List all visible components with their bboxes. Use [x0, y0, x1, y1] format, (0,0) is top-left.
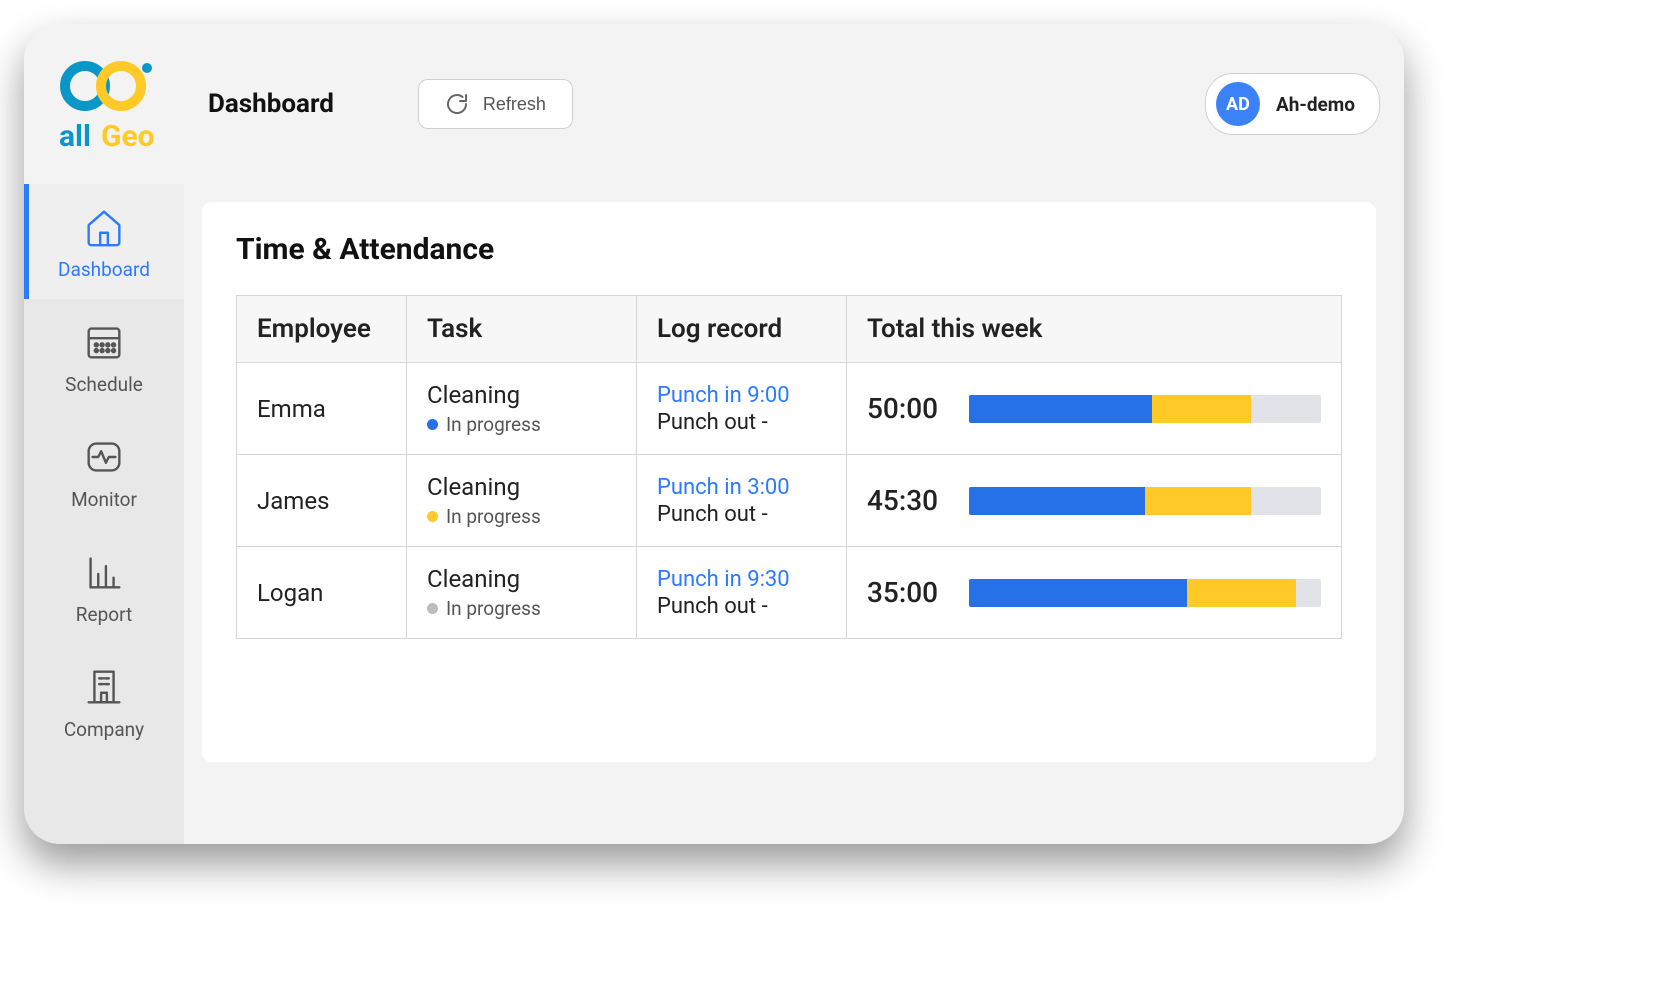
- sidebar-item-label: Monitor: [71, 488, 137, 511]
- status-text: In progress: [446, 597, 541, 620]
- section-title: Time & Attendance: [236, 232, 1342, 267]
- sidebar: Dashboard Schedule Monitor: [24, 184, 184, 844]
- building-icon: [81, 664, 127, 710]
- cell-total: 45:30: [847, 455, 1342, 547]
- task-name: Cleaning: [427, 381, 616, 409]
- punch-out: Punch out -: [657, 594, 826, 619]
- task-status: In progress: [427, 505, 616, 528]
- cell-log: Punch in 3:00Punch out -: [637, 455, 847, 547]
- task-name: Cleaning: [427, 473, 616, 501]
- cell-employee: James: [237, 455, 407, 547]
- calendar-icon: [81, 319, 127, 365]
- punch-out: Punch out -: [657, 502, 826, 527]
- punch-in[interactable]: Punch in 9:30: [657, 567, 826, 592]
- bar-segment-yellow: [1152, 395, 1251, 423]
- task-status: In progress: [427, 413, 616, 436]
- home-icon: [81, 204, 127, 250]
- cell-task: Cleaning In progress: [407, 363, 637, 455]
- total-value: 35:00: [867, 576, 947, 609]
- content: Time & Attendance Employee Task Log reco…: [184, 184, 1404, 844]
- bar-segment-yellow: [1187, 579, 1296, 607]
- svg-text:Geo: Geo: [101, 119, 155, 154]
- svg-text:all: all: [59, 119, 91, 154]
- table-header-row: Employee Task Log record Total this week: [237, 296, 1342, 363]
- cell-task: Cleaning In progress: [407, 455, 637, 547]
- punch-in[interactable]: Punch in 3:00: [657, 475, 826, 500]
- activity-icon: [81, 434, 127, 480]
- col-log: Log record: [637, 296, 847, 363]
- user-name: Ah-demo: [1276, 93, 1355, 116]
- total-value: 45:30: [867, 484, 947, 517]
- bar-segment-blue: [969, 487, 1145, 515]
- cell-log: Punch in 9:30Punch out -: [637, 547, 847, 639]
- status-dot-icon: [427, 511, 438, 522]
- refresh-icon: [445, 92, 469, 116]
- status-dot-icon: [427, 419, 438, 430]
- punch-out: Punch out -: [657, 410, 826, 435]
- status-dot-icon: [427, 603, 438, 614]
- avatar: AD: [1216, 82, 1260, 126]
- refresh-label: Refresh: [483, 94, 546, 115]
- cell-total: 35:00: [847, 547, 1342, 639]
- progress-bar: [969, 579, 1321, 607]
- col-task: Task: [407, 296, 637, 363]
- attendance-table: Employee Task Log record Total this week…: [236, 295, 1342, 639]
- sidebar-item-schedule[interactable]: Schedule: [24, 299, 184, 414]
- app-frame: all Geo Dashboard Refresh AD Ah-demo: [24, 24, 1404, 844]
- sidebar-item-label: Report: [76, 603, 132, 626]
- task-status: In progress: [427, 597, 616, 620]
- status-text: In progress: [446, 413, 541, 436]
- table-row: Emma Cleaning In progress Punch in 9:00Punc…: [237, 363, 1342, 455]
- sidebar-item-report[interactable]: Report: [24, 529, 184, 644]
- allgeo-logo-icon: all Geo: [49, 54, 159, 154]
- sidebar-item-dashboard[interactable]: Dashboard: [24, 184, 184, 299]
- sidebar-item-label: Company: [64, 718, 144, 741]
- body: Dashboard Schedule Monitor: [24, 184, 1404, 844]
- cell-employee: Emma: [237, 363, 407, 455]
- status-text: In progress: [446, 505, 541, 528]
- table-row: James Cleaning In progress Punch in 3:00Pun…: [237, 455, 1342, 547]
- bar-segment-blue: [969, 579, 1187, 607]
- sidebar-item-label: Dashboard: [58, 258, 150, 281]
- cell-log: Punch in 9:00Punch out -: [637, 363, 847, 455]
- col-employee: Employee: [237, 296, 407, 363]
- task-name: Cleaning: [427, 565, 616, 593]
- col-total: Total this week: [847, 296, 1342, 363]
- progress-bar: [969, 487, 1321, 515]
- sidebar-item-label: Schedule: [65, 373, 143, 396]
- top-bar: all Geo Dashboard Refresh AD Ah-demo: [24, 24, 1404, 184]
- table-row: Logan Cleaning In progress Punch in 9:30Pun…: [237, 547, 1342, 639]
- user-menu[interactable]: AD Ah-demo: [1205, 73, 1380, 135]
- bar-segment-blue: [969, 395, 1152, 423]
- time-attendance-card: Time & Attendance Employee Task Log reco…: [202, 202, 1376, 762]
- refresh-button[interactable]: Refresh: [418, 79, 573, 129]
- page-title: Dashboard: [208, 89, 334, 119]
- progress-bar: [969, 395, 1321, 423]
- total-value: 50:00: [867, 392, 947, 425]
- cell-total: 50:00: [847, 363, 1342, 455]
- brand-logo: all Geo: [24, 24, 184, 184]
- bar-segment-yellow: [1145, 487, 1251, 515]
- sidebar-item-company[interactable]: Company: [24, 644, 184, 759]
- cell-task: Cleaning In progress: [407, 547, 637, 639]
- sidebar-item-monitor[interactable]: Monitor: [24, 414, 184, 529]
- bar-chart-icon: [81, 549, 127, 595]
- cell-employee: Logan: [237, 547, 407, 639]
- header: Dashboard Refresh AD Ah-demo: [184, 24, 1404, 184]
- punch-in[interactable]: Punch in 9:00: [657, 383, 826, 408]
